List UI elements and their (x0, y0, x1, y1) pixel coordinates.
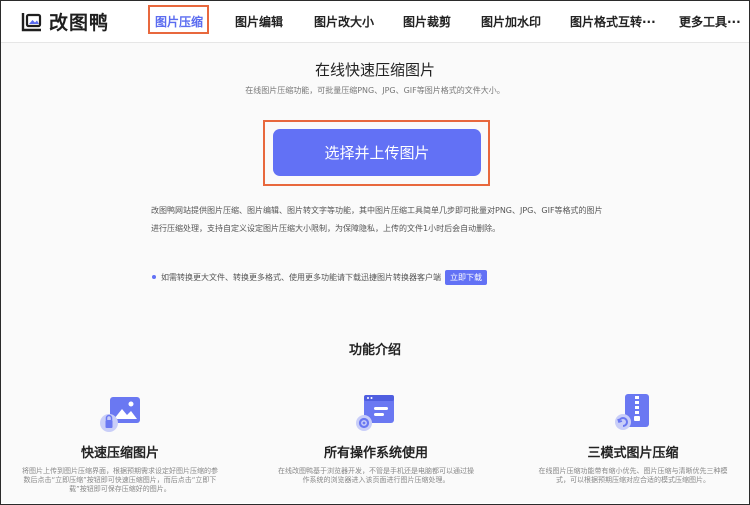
top-navbar: 改图鸭 图片压缩 图片编辑 图片改大小 图片裁剪 图片加水印 图片格式互转···… (1, 1, 749, 43)
page-subtitle: 在线图片压缩功能，可批量压缩PNG、JPG、GIF等图片格式的文件大小。 (245, 86, 505, 95)
logo[interactable]: 改图鸭 (20, 9, 110, 34)
select-upload-button[interactable]: 选择并上传图片 (273, 129, 481, 176)
feature-card-fast-compress: 快速压缩图片 将图片上传到图片压缩界面，根据预期需求设定好图片压缩的参数后点击“… (10, 391, 230, 494)
feature-title: 快速压缩图片 (80, 446, 159, 461)
nav-item-format-convert[interactable]: 图片格式互转··· (570, 13, 656, 30)
feature-description: 将图片上传到图片压缩界面，根据预期需求设定好图片压缩的参数后点击“立即压缩”按钮… (22, 467, 218, 493)
feature-description: 在线图片压缩功能带有缩小优先、图片压缩与清晰优先三种模式，可以根据预期压缩对应合… (538, 467, 728, 484)
nav-item-image-edit[interactable]: 图片编辑 (235, 13, 283, 30)
nav-item-image-crop[interactable]: 图片裁剪 (403, 13, 451, 30)
features-section-title: 功能介绍 (348, 343, 401, 358)
feature-card-three-modes: 三模式图片压缩 在线图片压缩功能带有缩小优先、图片压缩与清晰优先三种模式，可以根… (523, 391, 743, 485)
service-description: 改图鸭网站提供图片压缩、图片编辑、图片转文字等功能，其中图片压缩工具简单几步即可… (151, 206, 603, 233)
feature-card-all-systems: 所有操作系统使用 在线改图鸭基于浏览器开发，不管是手机还是电脑都可以通过操作系统… (266, 391, 486, 485)
page-title: 在线快速压缩图片 (314, 61, 435, 79)
feature-title: 三模式图片压缩 (587, 446, 679, 461)
logo-text: 改图鸭 (49, 11, 110, 34)
notice-text: 如需转换更大文件、转换更多格式、使用更多功能请下载迅捷图片转换器客户端 (161, 272, 441, 282)
browser-settings-icon (356, 395, 394, 431)
feature-title: 所有操作系统使用 (323, 446, 428, 461)
nav-item-more-tools[interactable]: 更多工具··· (679, 13, 741, 30)
bullet-dot-icon (152, 275, 156, 279)
feature-description: 在线改图鸭基于浏览器开发，不管是手机还是电脑都可以通过操作系统的浏览器进入该页面… (278, 467, 474, 484)
active-nav-outline (148, 5, 209, 34)
main-content: 在线快速压缩图片 在线图片压缩功能，可批量压缩PNG、JPG、GIF等图片格式的… (1, 43, 749, 503)
nav-item-image-resize[interactable]: 图片改大小 (314, 13, 374, 30)
zip-file-icon (615, 394, 649, 430)
download-now-button[interactable]: 立即下载 (445, 269, 487, 285)
nav-item-image-watermark[interactable]: 图片加水印 (481, 13, 541, 30)
logo-icon (21, 13, 42, 32)
client-download-notice: 如需转换更大文件、转换更多格式、使用更多功能请下载迅捷图片转换器客户端 立即下载 (152, 269, 487, 285)
image-compress-icon (100, 397, 140, 432)
